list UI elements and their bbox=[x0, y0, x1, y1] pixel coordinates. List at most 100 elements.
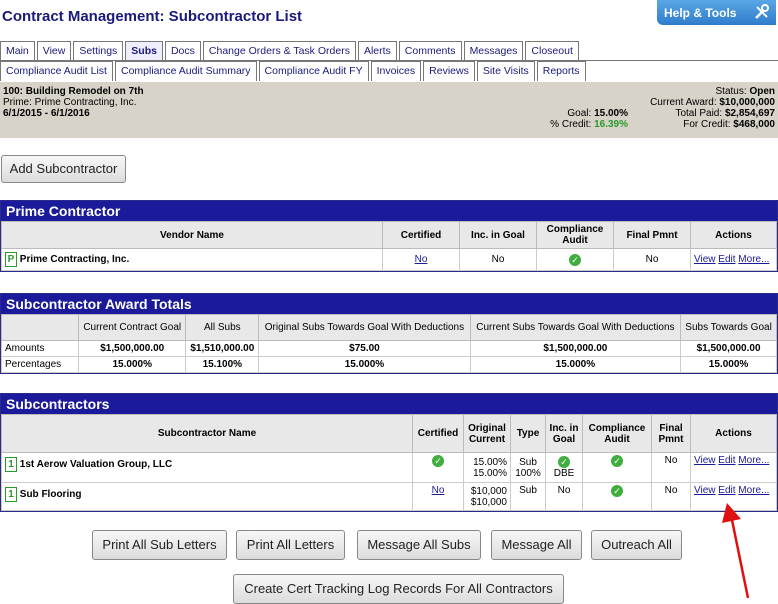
tab-comments[interactable]: Comments bbox=[398, 41, 462, 61]
col-vendor-name: Vendor Name bbox=[1, 221, 383, 249]
prime-certified-link[interactable]: No bbox=[415, 254, 428, 265]
amount-cell: $1,500,000.00 bbox=[680, 340, 777, 357]
contract-info-bar: 100: Building Remodel on 7th Prime: Prim… bbox=[0, 82, 778, 138]
message-all-subs-button[interactable]: Message All Subs bbox=[357, 530, 481, 560]
tab-settings[interactable]: Settings bbox=[73, 41, 124, 61]
check-icon: ✓ bbox=[611, 455, 623, 467]
award-totals-panel: Subcontractor Award Totals Current Contr… bbox=[0, 293, 778, 374]
subcontractors-panel: Subcontractors Subcontractor Name Certif… bbox=[0, 393, 778, 512]
message-all-button[interactable]: Message All bbox=[491, 530, 582, 560]
tab-site-visits[interactable]: Site Visits bbox=[476, 61, 535, 81]
status-label: Status: bbox=[715, 86, 747, 97]
tab-closeout[interactable]: Closeout bbox=[525, 41, 579, 61]
tab-compliance-audit-summary[interactable]: Compliance Audit Summary bbox=[114, 61, 257, 81]
award-value: $10,000,000 bbox=[719, 97, 775, 108]
prime-panel-title: Prime Contractor bbox=[1, 201, 777, 221]
subs-panel-title: Subcontractors bbox=[1, 394, 777, 414]
more-link[interactable]: More... bbox=[738, 455, 769, 466]
tab-view[interactable]: View bbox=[36, 41, 72, 61]
forcredit-value: $468,000 bbox=[733, 119, 775, 130]
tab-reviews[interactable]: Reviews bbox=[423, 61, 475, 81]
sub-badge: 1 bbox=[5, 457, 17, 472]
sub-final-pmnt: No bbox=[651, 452, 691, 483]
col-original-subs: Original Subs Towards Goal With Deductio… bbox=[258, 314, 471, 341]
col-certified: Certified bbox=[412, 414, 464, 453]
help-tools-button[interactable]: Help & Tools bbox=[657, 0, 776, 25]
tab-messages[interactable]: Messages bbox=[463, 41, 524, 61]
view-link[interactable]: View bbox=[694, 254, 716, 265]
check-icon: ✓ bbox=[569, 253, 581, 266]
col-current-subs: Current Subs Towards Goal With Deduction… bbox=[469, 314, 682, 341]
check-icon: ✓ bbox=[611, 485, 623, 497]
credit-label: % Credit: bbox=[550, 119, 592, 130]
sub-type: Sub bbox=[510, 482, 546, 511]
sub-amount1: $10,000 bbox=[470, 485, 507, 497]
percentages-row: Percentages 15.000% 15.100% 15.000% 15.0… bbox=[1, 356, 777, 373]
more-link[interactable]: More... bbox=[738, 485, 769, 496]
add-subcontractor-button[interactable]: Add Subcontractor bbox=[1, 155, 126, 183]
contract-dates: 6/1/2015 - 6/1/2016 bbox=[3, 108, 90, 119]
sub-name: Sub Flooring bbox=[19, 489, 82, 501]
view-link[interactable]: View bbox=[694, 455, 716, 466]
credit-value: 16.39% bbox=[594, 119, 628, 130]
page-title: Contract Management: Subcontractor List bbox=[2, 8, 303, 25]
forcredit-label: For Credit: bbox=[683, 119, 731, 130]
col-sub-name: Subcontractor Name bbox=[1, 414, 413, 453]
award-panel-title: Subcontractor Award Totals bbox=[1, 294, 777, 314]
col-compliance-audit: Compliance Audit bbox=[582, 414, 652, 453]
edit-link[interactable]: Edit bbox=[718, 254, 735, 265]
edit-link[interactable]: Edit bbox=[718, 485, 735, 496]
amounts-row: Amounts $1,500,000.00 $1,510,000.00 $75.… bbox=[1, 340, 777, 357]
col-inc-goal: Inc. in Goal bbox=[545, 414, 583, 453]
amount-cell: $1,500,000.00 bbox=[77, 340, 187, 357]
tab-invoices[interactable]: Invoices bbox=[370, 61, 422, 81]
amounts-label: Amounts bbox=[1, 340, 79, 357]
tab-main[interactable]: Main bbox=[0, 41, 35, 61]
edit-link[interactable]: Edit bbox=[718, 455, 735, 466]
view-link[interactable]: View bbox=[694, 485, 716, 496]
more-link[interactable]: More... bbox=[738, 254, 769, 265]
paid-label: Total Paid: bbox=[675, 108, 723, 119]
check-icon: ✓ bbox=[432, 455, 444, 467]
prime-badge: P bbox=[5, 252, 17, 267]
contract-name: 100: Building Remodel on 7th bbox=[3, 86, 144, 97]
sub-type-pct: 100% bbox=[515, 467, 541, 479]
prime-final-pmnt: No bbox=[613, 248, 691, 271]
col-final-pmnt: Final Pmnt bbox=[613, 221, 691, 249]
tab-alerts[interactable]: Alerts bbox=[357, 41, 397, 61]
tab-reports[interactable]: Reports bbox=[536, 61, 586, 81]
goal-value: 15.00% bbox=[594, 108, 628, 119]
percent-cell: 15.100% bbox=[185, 356, 260, 373]
paid-value: $2,854,697 bbox=[724, 108, 775, 119]
amount-cell: $1,510,000.00 bbox=[185, 340, 260, 357]
print-all-sub-letters-button[interactable]: Print All Sub Letters bbox=[92, 530, 227, 560]
tab-compliance-audit-fy[interactable]: Compliance Audit FY bbox=[258, 61, 369, 81]
col-original-current: Original Current bbox=[463, 414, 511, 453]
percent-cell: 15.000% bbox=[680, 356, 777, 373]
table-row: 1 Sub Flooring No $10,000 $10,000 Sub No … bbox=[1, 482, 777, 511]
tab-subs[interactable]: Subs bbox=[125, 41, 163, 62]
col-actions: Actions bbox=[690, 414, 777, 453]
sub-type: Sub bbox=[519, 456, 537, 468]
col-final-pmnt: Final Pmnt bbox=[651, 414, 691, 453]
sub-amount2: $10,000 bbox=[470, 496, 507, 508]
contract-prime: Prime: Prime Contracting, Inc. bbox=[3, 97, 137, 108]
sub-inc-dbe: DBE bbox=[553, 468, 575, 479]
table-row: 1 1st Aerow Valuation Group, LLC ✓ 15.00… bbox=[1, 452, 777, 483]
subs-table: Subcontractor Name Certified Original Cu… bbox=[1, 414, 777, 511]
sub-inc-goal: No bbox=[545, 482, 583, 511]
amount-cell: $75.00 bbox=[258, 340, 471, 357]
tab-compliance-audit-list[interactable]: Compliance Audit List bbox=[0, 61, 113, 81]
goal-label: Goal: bbox=[567, 108, 592, 119]
amount-cell: $1,500,000.00 bbox=[469, 340, 682, 357]
tools-icon bbox=[755, 4, 769, 19]
outreach-all-button[interactable]: Outreach All bbox=[591, 530, 682, 560]
tab-docs[interactable]: Docs bbox=[164, 41, 201, 61]
tab-change-orders[interactable]: Change Orders & Task Orders bbox=[202, 41, 356, 61]
print-all-letters-button[interactable]: Print All Letters bbox=[236, 530, 345, 560]
prime-inc-goal: No bbox=[459, 248, 537, 271]
prime-contractor-panel: Prime Contractor Vendor Name Certified I… bbox=[0, 200, 778, 272]
table-row: P Prime Contracting, Inc. No No ✓ No Vie… bbox=[1, 248, 777, 271]
prime-vendor-name: Prime Contracting, Inc. bbox=[19, 254, 130, 266]
sub-certified-link[interactable]: No bbox=[432, 485, 445, 496]
